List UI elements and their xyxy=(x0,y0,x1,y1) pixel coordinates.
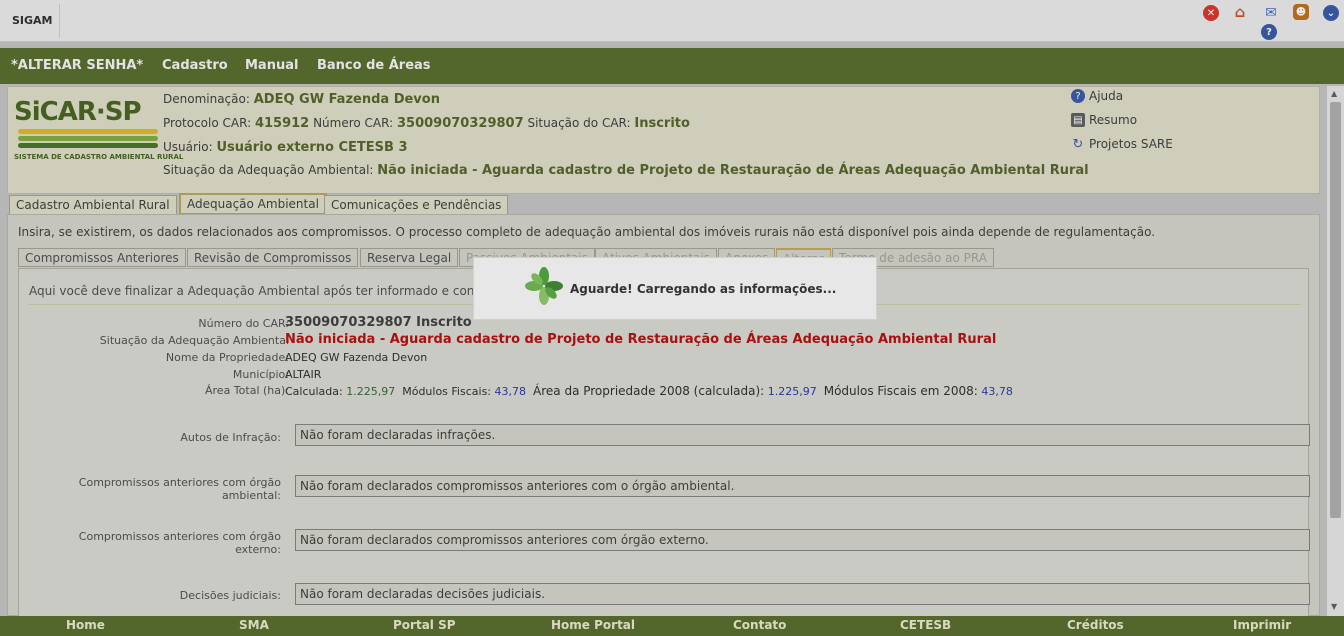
label: Calculada: xyxy=(285,385,343,398)
footer-nav: Home SMA Portal SP Home Portal Contato C… xyxy=(0,616,1344,636)
field-autos-infracao[interactable]: Não foram declaradas infrações. xyxy=(295,424,1310,446)
intro-text: Insira, se existirem, os dados relaciona… xyxy=(18,225,1156,239)
logo-stripe xyxy=(18,129,158,134)
link-resumo[interactable]: ▤ Resumo xyxy=(1071,113,1137,127)
link-ajuda[interactable]: ? Ajuda xyxy=(1071,89,1123,103)
label-decisoes-judiciais: Decisões judiciais: xyxy=(179,589,281,602)
chevron-down-icon[interactable]: ⌄ xyxy=(1323,5,1339,21)
top-bar: SIGAM ✕ ⌂ ✉ ☻ ⌄ ? xyxy=(0,0,1344,42)
footer-cetesb[interactable]: CETESB xyxy=(900,618,951,632)
footer-imprimir[interactable]: Imprimir xyxy=(1233,618,1291,632)
footer-creditos[interactable]: Créditos xyxy=(1067,618,1124,632)
nav-banco-areas[interactable]: Banco de Áreas xyxy=(317,58,431,73)
label: Módulos Fiscais em 2008: xyxy=(823,384,978,398)
label-autos-infracao: Autos de Infração: xyxy=(180,431,281,444)
user-icon[interactable]: ☻ xyxy=(1293,4,1309,20)
home-icon[interactable]: ⌂ xyxy=(1232,3,1248,21)
field-compromissos-ambiental[interactable]: Não foram declarados compromissos anteri… xyxy=(295,475,1310,497)
spinner-leaf-icon xyxy=(525,267,563,305)
app-title: SIGAM xyxy=(12,14,53,27)
label: Projetos SARE xyxy=(1089,137,1173,151)
scroll-thumb[interactable] xyxy=(1330,102,1341,518)
header-protocolo: Protocolo CAR: 415912 Número CAR: 350090… xyxy=(163,116,690,131)
label: Ajuda xyxy=(1089,89,1124,103)
scroll-down-icon[interactable]: ▼ xyxy=(1331,602,1337,611)
subtab-compromissos-anteriores[interactable]: Compromissos Anteriores xyxy=(18,248,186,267)
value: ADEQ GW Fazenda Devon xyxy=(253,92,440,107)
logo-stripe xyxy=(18,143,158,148)
label-numero-car: Número do CAR: xyxy=(198,317,289,330)
footer-portal-sp[interactable]: Portal SP xyxy=(393,618,456,632)
value: Usuário externo CETESB 3 xyxy=(216,140,408,155)
value-nome: ADEQ GW Fazenda Devon xyxy=(285,351,428,364)
value: Não iniciada - Aguarda cadastro de Proje… xyxy=(377,163,1089,178)
value: 415912 xyxy=(254,116,310,131)
loading-text: Aguarde! Carregando as informações... xyxy=(570,282,837,296)
value-area-total: Calculada: 1.225,97 Módulos Fiscais: 43,… xyxy=(285,384,1013,398)
main-nav: *ALTERAR SENHA* Cadastro Manual Banco de… xyxy=(0,48,1344,84)
label: Protocolo CAR: xyxy=(163,116,252,130)
label-municipio: Município: xyxy=(232,368,289,381)
field-decisoes-judiciais[interactable]: Não foram declaradas decisões judiciais. xyxy=(295,583,1310,605)
alterar-panel: Aqui você deve finalizar a Adequação Amb… xyxy=(18,268,1310,617)
value-adequacao: Não iniciada - Aguarda cadastro de Proje… xyxy=(285,332,997,347)
label: Resumo xyxy=(1089,113,1138,127)
tab-cadastro-ambiental[interactable]: Cadastro Ambiental Rural xyxy=(9,195,177,215)
nav-alterar-senha[interactable]: *ALTERAR SENHA* xyxy=(11,58,143,73)
help-icon: ? xyxy=(1071,89,1085,103)
label: Situação do CAR: xyxy=(527,116,631,130)
help-icon[interactable]: ? xyxy=(1261,24,1277,40)
logo-subtitle: SISTEMA DE CADASTRO AMBIENTAL RURAL xyxy=(14,153,184,161)
footer-sma[interactable]: SMA xyxy=(239,618,269,632)
nav-cadastro[interactable]: Cadastro xyxy=(162,58,228,73)
refresh-icon: ↻ xyxy=(1072,136,1084,152)
subtab-revisao[interactable]: Revisão de Compromissos xyxy=(187,248,359,267)
sicar-logo: SiCAR·SP SISTEMA DE CADASTRO AMBIENTAL R… xyxy=(12,95,183,167)
field-compromissos-externo[interactable]: Não foram declarados compromissos anteri… xyxy=(295,529,1310,551)
footer-home[interactable]: Home xyxy=(66,618,105,632)
label-area-total: Área Total (ha): xyxy=(205,384,289,397)
label: Módulos Fiscais: xyxy=(402,385,492,398)
value: 1.225,97 xyxy=(767,385,817,398)
header-adequacao: Situação da Adequação Ambiental: Não ini… xyxy=(163,163,1089,178)
tab-adequacao-ambiental[interactable]: Adequação Ambiental xyxy=(179,193,327,215)
divider xyxy=(59,4,60,38)
label-compromissos-ambiental: Compromissos anteriores com órgão ambien… xyxy=(78,476,281,502)
tab-comunicacoes[interactable]: Comunicações e Pendências xyxy=(324,195,509,215)
value: 1.225,97 xyxy=(346,385,396,398)
label: Situação da Adequação Ambiental: xyxy=(163,163,374,177)
document-icon: ▤ xyxy=(1071,113,1085,127)
label-compromissos-externo: Compromissos anteriores com órgão extern… xyxy=(78,530,281,556)
footer-home-portal[interactable]: Home Portal xyxy=(551,618,635,632)
mail-icon[interactable]: ✉ xyxy=(1263,5,1279,21)
loading-dialog: Aguarde! Carregando as informações... xyxy=(473,257,877,320)
value: 43,78 xyxy=(494,385,527,398)
value-numero-car: 35009070329807 Inscrito xyxy=(285,315,472,330)
label: Área da Propriedade 2008 (calculada): xyxy=(533,384,765,398)
label: Denominação: xyxy=(163,92,250,106)
link-projetos-sare[interactable]: ↻ Projetos SARE xyxy=(1071,136,1173,152)
value-municipio: ALTAIR xyxy=(285,368,322,381)
label-nome: Nome da Propriedade: xyxy=(165,351,289,364)
header-denominacao: Denominação: ADEQ GW Fazenda Devon xyxy=(163,92,440,107)
subtab-reserva-legal[interactable]: Reserva Legal xyxy=(360,248,459,267)
logo-stripe xyxy=(18,136,158,141)
value: 35009070329807 xyxy=(396,116,524,131)
vertical-scrollbar[interactable]: ▲ ▼ xyxy=(1327,86,1344,616)
nav-manual[interactable]: Manual xyxy=(245,58,298,73)
logo-text: SiCAR·SP xyxy=(14,97,142,127)
car-header: SiCAR·SP SISTEMA DE CADASTRO AMBIENTAL R… xyxy=(7,86,1320,194)
header-usuario: Usuário: Usuário externo CETESB 3 xyxy=(163,140,408,155)
scroll-up-icon[interactable]: ▲ xyxy=(1331,89,1337,98)
close-icon[interactable]: ✕ xyxy=(1203,5,1219,21)
label: Número CAR: xyxy=(313,116,394,130)
label-adequacao: Situação da Adequação Ambiental xyxy=(99,334,289,347)
label: Usuário: xyxy=(163,140,213,154)
value: 43,78 xyxy=(981,385,1013,398)
footer-contato[interactable]: Contato xyxy=(733,618,786,632)
value: Inscrito xyxy=(634,116,690,131)
